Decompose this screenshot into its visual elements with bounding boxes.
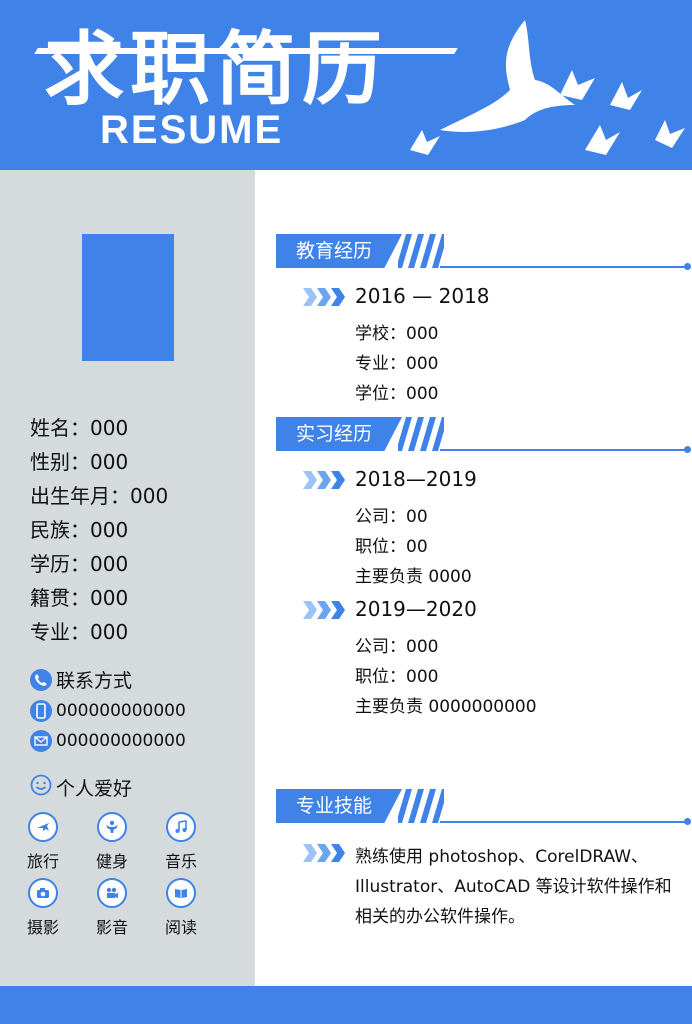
internship-1-company: 公司：00 xyxy=(355,507,428,527)
fitness-icon xyxy=(97,812,127,842)
header-banner: 求职简历 RESUME xyxy=(0,0,692,170)
plane-icon xyxy=(28,812,58,842)
section-dot xyxy=(684,263,691,270)
resume-title-en: RESUME xyxy=(100,108,284,152)
stripes-decoration xyxy=(398,417,444,451)
mobile-icon xyxy=(30,700,52,722)
info-education: 学历：000 xyxy=(30,552,129,576)
hobby-fitness: 健身 xyxy=(82,812,142,872)
smiley-icon xyxy=(30,774,52,801)
chevrons-icon xyxy=(303,471,345,489)
internship-2-date: 2019—2020 xyxy=(355,597,477,621)
mail-icon xyxy=(30,730,52,752)
education-school: 学校：000 xyxy=(355,324,439,344)
section-dot xyxy=(684,446,691,453)
stripes-decoration xyxy=(398,789,444,823)
internship-2-company: 公司：000 xyxy=(355,637,439,657)
section-divider xyxy=(440,449,686,451)
hobby-music: 音乐 xyxy=(151,812,211,872)
hobby-heading: 个人爱好 xyxy=(30,774,132,801)
info-hometown: 籍贯：000 xyxy=(30,586,129,610)
internship-1-position: 职位：00 xyxy=(355,537,428,557)
hobby-video: 影音 xyxy=(82,878,142,938)
internship-1-duty: 主要负责 0000 xyxy=(355,567,472,587)
section-internship-title: 实习经历 xyxy=(276,417,402,451)
education-major: 专业：000 xyxy=(355,354,439,374)
phone-icon xyxy=(30,668,52,691)
chevrons-icon xyxy=(303,601,345,619)
info-birth: 出生年月：000 xyxy=(30,484,169,508)
info-ethnicity: 民族：000 xyxy=(30,518,129,542)
info-name: 姓名：000 xyxy=(30,416,129,440)
info-gender: 性别：000 xyxy=(30,450,129,474)
camera-icon xyxy=(28,878,58,908)
photo-placeholder xyxy=(82,234,174,361)
internship-2-position: 职位：000 xyxy=(355,667,439,687)
stripes-decoration xyxy=(398,234,444,268)
info-major: 专业：000 xyxy=(30,620,129,644)
music-icon xyxy=(166,812,196,842)
video-icon xyxy=(97,878,127,908)
hobby-reading: 阅读 xyxy=(151,878,211,938)
birds-icon xyxy=(410,20,685,155)
contact-heading: 联系方式 xyxy=(30,666,132,693)
book-icon xyxy=(166,878,196,908)
resume-title-cn: 求职简历 xyxy=(44,23,388,116)
hobby-travel: 旅行 xyxy=(13,812,73,872)
contact-phone: 000000000000 xyxy=(30,700,186,722)
education-degree: 学位：000 xyxy=(355,384,439,404)
internship-1-date: 2018—2019 xyxy=(355,467,477,491)
contact-email: 000000000000 xyxy=(30,730,186,752)
chevrons-icon xyxy=(303,844,345,862)
section-dot xyxy=(684,818,691,825)
hobby-photography: 摄影 xyxy=(13,878,73,938)
section-divider xyxy=(440,821,686,823)
section-skills-title: 专业技能 xyxy=(276,789,402,823)
section-education-title: 教育经历 xyxy=(276,234,402,268)
footer-bar xyxy=(0,986,692,1024)
chevrons-icon xyxy=(303,288,345,306)
section-divider xyxy=(440,266,686,268)
skills-text: 熟练使用 photoshop、CorelDRAW、Illustrator、Aut… xyxy=(355,847,672,927)
internship-2-duty: 主要负责 0000000000 xyxy=(355,697,537,717)
education-date: 2016 — 2018 xyxy=(355,284,490,308)
